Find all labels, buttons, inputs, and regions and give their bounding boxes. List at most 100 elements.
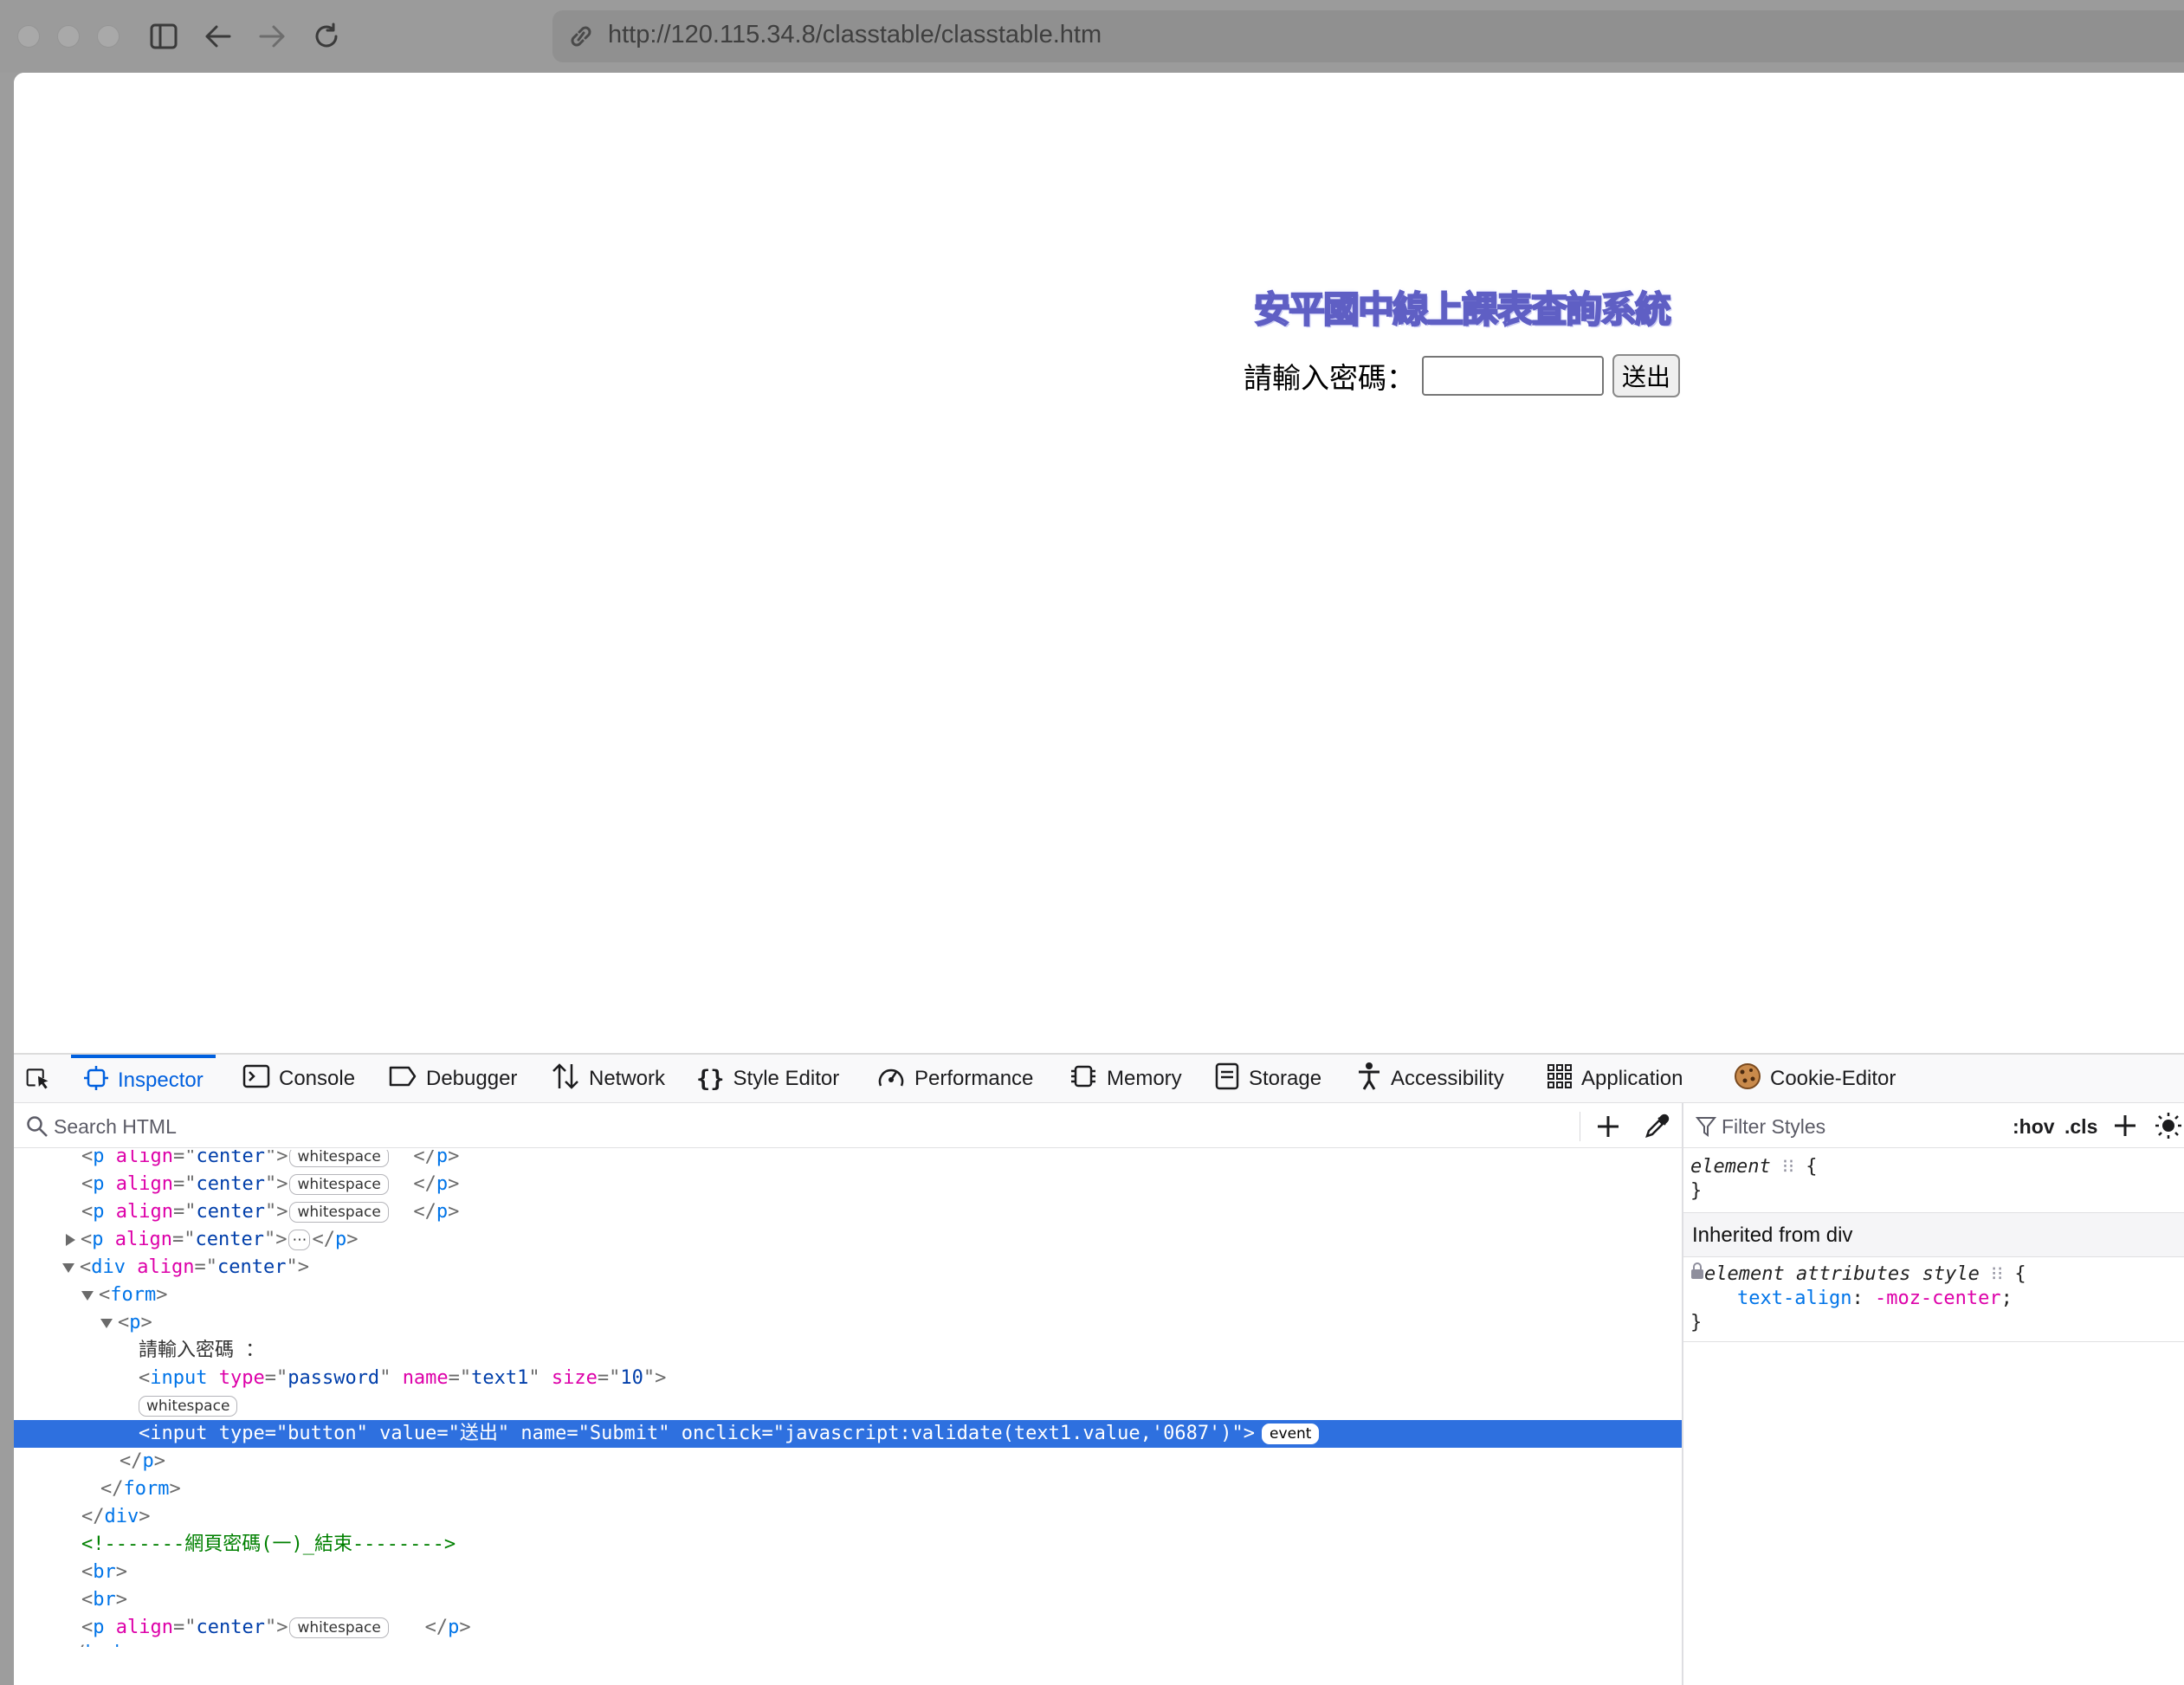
whitespace-badge[interactable]: whitespace xyxy=(289,1617,389,1638)
application-icon xyxy=(1547,1063,1581,1095)
element-rule[interactable]: element ⁝⁝ { } xyxy=(1683,1155,2184,1207)
markup-node[interactable]: </div> xyxy=(14,1503,1682,1531)
tab-cookie-editor[interactable]: Cookie-Editor xyxy=(1734,1055,1896,1103)
selected-node-text: <input type="button" value="送出" name="Su… xyxy=(139,1423,1256,1444)
markup-node[interactable]: <br> xyxy=(14,1586,1682,1614)
attributes-style-rule[interactable]: element attributes style ⁝⁝ { text-align… xyxy=(1683,1262,2184,1342)
ellipsis-badge[interactable]: ⋯ xyxy=(288,1230,311,1250)
grid-dots-icon: ⁝⁝ xyxy=(1781,1156,1794,1178)
whitespace-badge[interactable]: whitespace xyxy=(289,1150,389,1167)
collapse-twisty-icon[interactable] xyxy=(100,1318,113,1328)
reload-icon[interactable] xyxy=(307,19,346,54)
lock-icon xyxy=(1690,1262,1704,1285)
whitespace-badge[interactable]: whitespace xyxy=(289,1174,389,1195)
markup-node[interactable]: <form> xyxy=(14,1282,1682,1309)
markup-node[interactable]: whitespace xyxy=(14,1392,1682,1420)
whitespace-badge[interactable]: whitespace xyxy=(139,1396,238,1417)
inspector-icon xyxy=(83,1065,118,1097)
style-editor-icon: {} xyxy=(696,1065,725,1093)
property-value[interactable]: -moz-center xyxy=(1875,1288,2001,1309)
hov-toggle[interactable]: :hov xyxy=(2013,1115,2055,1139)
cookie-icon xyxy=(1734,1062,1770,1096)
browser-window: 安平國中線上課表查詢系統 請輸入密碼： 送出 Inspector Console… xyxy=(14,73,2184,1685)
url-text[interactable]: http://120.115.34.8/classtable/classtabl… xyxy=(608,21,1102,49)
zoom-window-button[interactable] xyxy=(97,25,120,48)
collapse-twisty-icon[interactable] xyxy=(62,1262,74,1273)
markup-node-selected[interactable]: <input type="button" value="送出" name="Su… xyxy=(14,1420,1682,1448)
tab-performance[interactable]: Performance xyxy=(876,1055,1033,1103)
search-icon xyxy=(26,1115,48,1142)
tab-application[interactable]: Application xyxy=(1547,1055,1683,1103)
add-node-icon[interactable] xyxy=(1595,1114,1621,1144)
performance-icon xyxy=(876,1063,914,1095)
forward-arrow-icon[interactable] xyxy=(253,19,291,54)
markup-node[interactable]: <p align="center"> whitespace </p> xyxy=(14,1614,1682,1642)
markup-node[interactable]: <br> xyxy=(14,1559,1682,1586)
tab-debugger[interactable]: Debugger xyxy=(388,1055,517,1103)
web-page: 安平國中線上課表查詢系統 請輸入密碼： 送出 xyxy=(14,73,2184,1053)
browser-toolbar: http://120.115.34.8/classtable/classtabl… xyxy=(0,0,2184,73)
tab-memory[interactable]: Memory xyxy=(1069,1055,1182,1103)
tab-label: Application xyxy=(1581,1067,1683,1090)
tab-label: Console xyxy=(279,1067,356,1090)
tab-label: Performance xyxy=(914,1067,1034,1090)
tab-label: Cookie-Editor xyxy=(1770,1067,1896,1090)
close-window-button[interactable] xyxy=(17,25,40,48)
markup-node[interactable]: <input type="password" name="text1" size… xyxy=(14,1365,1682,1392)
expand-twisty-icon[interactable] xyxy=(66,1234,75,1246)
submit-button[interactable]: 送出 xyxy=(1612,354,1680,397)
property-name[interactable]: text-align xyxy=(1737,1288,1851,1309)
markup-node[interactable]: <div align="center"> xyxy=(14,1254,1682,1282)
page-title: 安平國中線上課表查詢系統 xyxy=(1253,287,1672,332)
markup-node[interactable]: </p> xyxy=(14,1448,1682,1475)
grid-dots-icon: ⁝⁝ xyxy=(1991,1263,2004,1285)
sidebar-toggle-icon[interactable] xyxy=(145,19,183,54)
memory-icon xyxy=(1069,1063,1107,1095)
markup-view[interactable]: <p align="center"> whitespace </p> <p ali… xyxy=(14,1150,1682,1647)
markup-node[interactable]: <p align="center"> whitespace </p> xyxy=(14,1198,1682,1226)
network-icon xyxy=(551,1062,589,1096)
rule-selector: element attributes style xyxy=(1704,1263,1980,1285)
markup-text-node[interactable]: 請輸入密碼 ： xyxy=(14,1337,1682,1365)
rule-selector: element xyxy=(1690,1156,1771,1178)
tab-accessibility[interactable]: Accessibility xyxy=(1356,1055,1504,1103)
password-input[interactable] xyxy=(1422,356,1604,396)
tab-label: Debugger xyxy=(426,1067,518,1090)
devtools-panel: Inspector Console Debugger Network {} St… xyxy=(14,1053,2184,1685)
debugger-icon xyxy=(388,1065,426,1094)
add-rule-icon[interactable] xyxy=(2113,1114,2137,1142)
rules-panel: Filter Styles :hov .cls element ⁝⁝ { } I… xyxy=(1682,1103,2184,1685)
filter-styles-bar: Filter Styles :hov .cls xyxy=(1683,1105,2184,1148)
tab-inspector[interactable]: Inspector xyxy=(71,1055,216,1103)
tab-label: Storage xyxy=(1249,1067,1322,1090)
search-html-bar: Search HTML xyxy=(14,1105,1682,1148)
markup-comment[interactable]: <!-------網頁密碼(一)_結束--------> xyxy=(14,1531,1682,1559)
tab-network[interactable]: Network xyxy=(551,1055,665,1103)
tab-console[interactable]: Console xyxy=(242,1055,355,1103)
back-arrow-icon[interactable] xyxy=(199,19,237,54)
tab-label: Network xyxy=(589,1067,666,1090)
markup-node[interactable]: <p align="center"> whitespace </p> xyxy=(14,1150,1682,1171)
markup-node[interactable]: <p align="center"> whitespace </p> xyxy=(14,1171,1682,1198)
tab-label: Inspector xyxy=(118,1068,204,1092)
markup-node[interactable]: <p align="center"> ⋯ </p> xyxy=(14,1226,1682,1254)
collapse-twisty-icon[interactable] xyxy=(81,1290,94,1301)
event-badge[interactable]: event xyxy=(1262,1424,1320,1444)
markup-node[interactable]: <p> xyxy=(14,1309,1682,1337)
element-picker-icon[interactable] xyxy=(26,1055,59,1103)
light-theme-icon[interactable] xyxy=(2155,1112,2182,1144)
eyedropper-icon[interactable] xyxy=(1644,1114,1670,1144)
password-label: 請輸入密碼： xyxy=(1244,361,1415,395)
filter-styles-input[interactable]: Filter Styles xyxy=(1722,1115,1825,1139)
storage-icon xyxy=(1214,1062,1249,1096)
tab-style-editor[interactable]: {} Style Editor xyxy=(696,1055,839,1103)
devtools-toolbar: Inspector Console Debugger Network {} St… xyxy=(14,1055,2184,1103)
markup-node[interactable]: </body> xyxy=(14,1640,1682,1647)
inherited-header: Inherited from div xyxy=(1683,1212,2184,1257)
whitespace-badge[interactable]: whitespace xyxy=(289,1202,389,1223)
markup-node[interactable]: </form> xyxy=(14,1475,1682,1503)
minimize-window-button[interactable] xyxy=(57,25,80,48)
cls-toggle[interactable]: .cls xyxy=(2064,1115,2097,1139)
tab-storage[interactable]: Storage xyxy=(1214,1055,1321,1103)
search-html-input[interactable]: Search HTML xyxy=(54,1115,177,1139)
